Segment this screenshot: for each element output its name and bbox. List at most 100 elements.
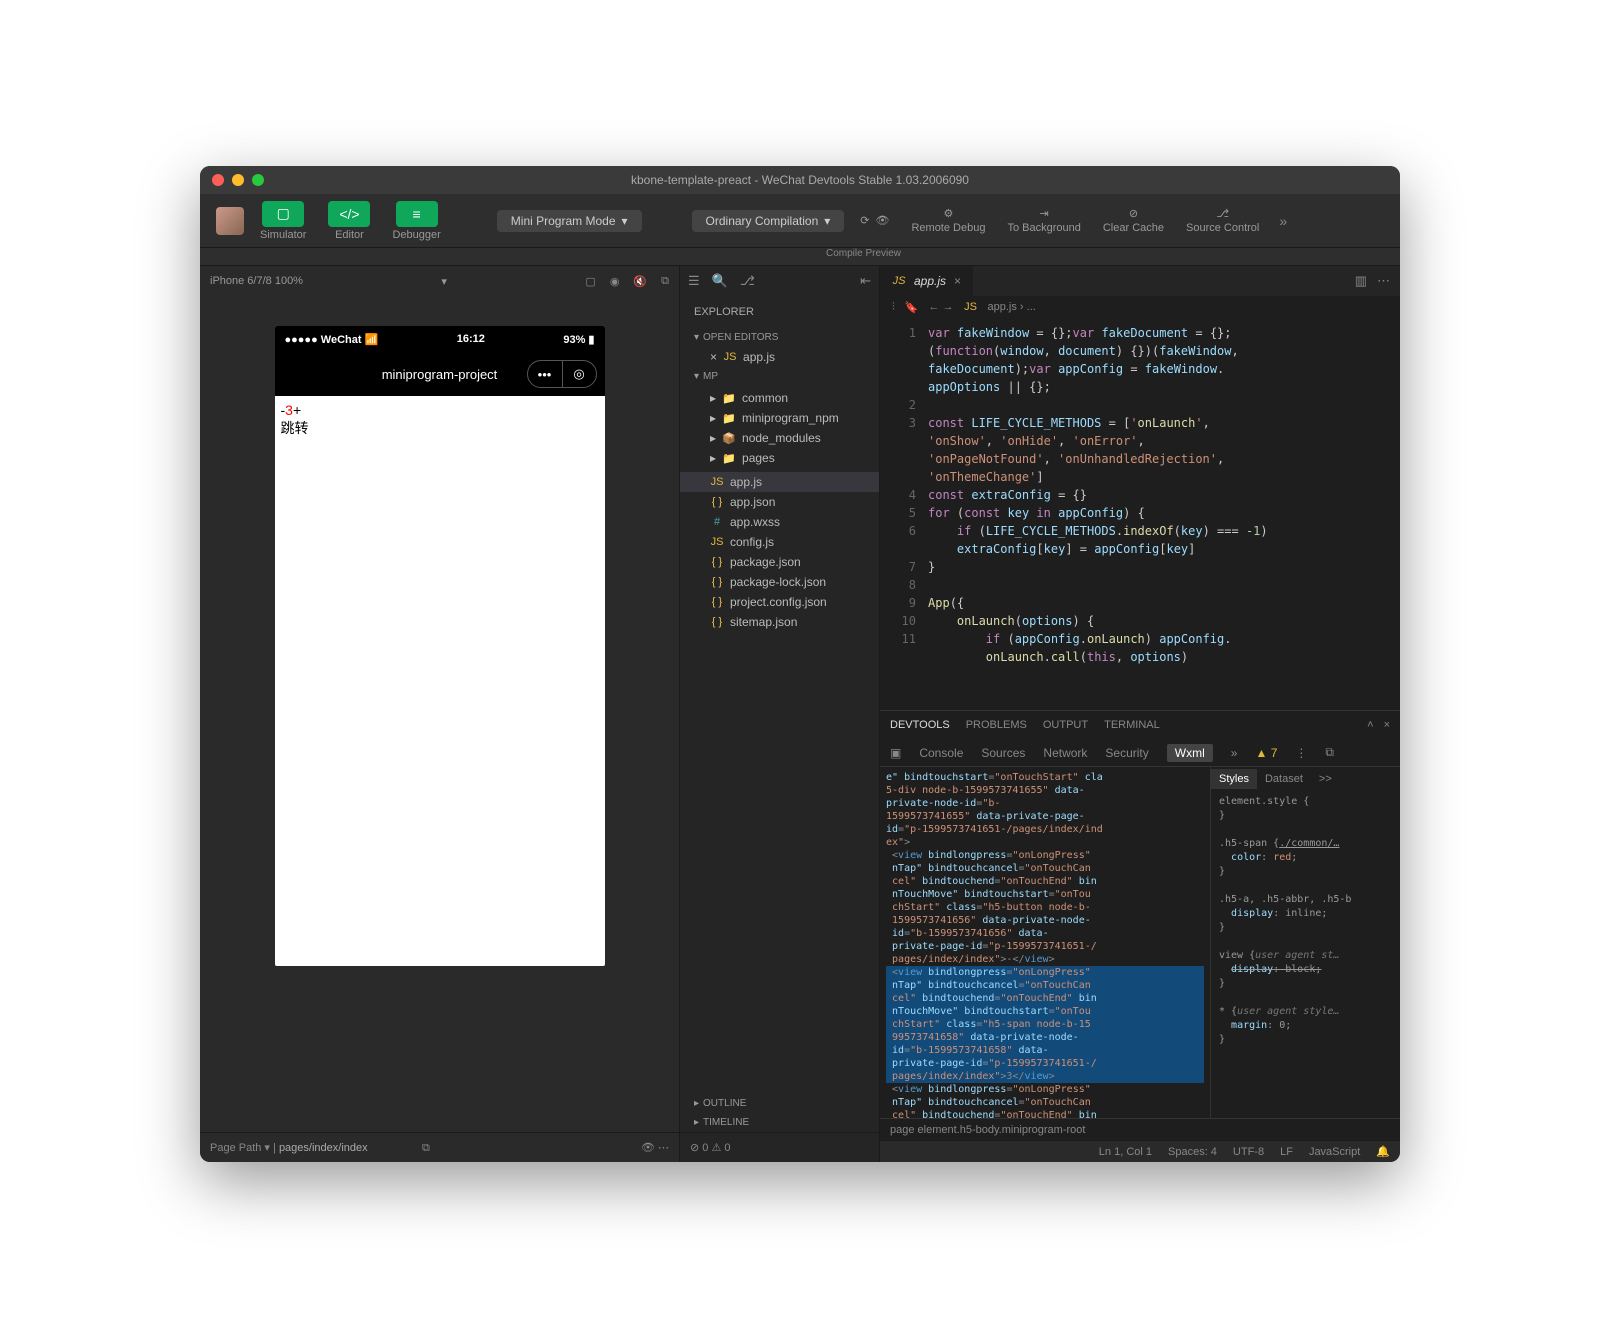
outline-section[interactable]: ▸ OUTLINE — [680, 1094, 879, 1113]
record-icon[interactable]: ◉ — [610, 275, 620, 288]
phone-statusbar: ●●●●● WeChat 📶 16:12 93% ▮ — [275, 326, 605, 352]
file-app.wxss[interactable]: # app.wxss — [680, 512, 879, 532]
copy-icon[interactable]: ⧉ — [661, 275, 669, 288]
status-problems[interactable]: ⊘ 0 ⚠ 0 — [690, 1141, 730, 1154]
eye-icon[interactable]: 👁 — [641, 1142, 655, 1154]
network-tab[interactable]: Network — [1043, 746, 1087, 760]
more-tabs-icon[interactable]: » — [1231, 746, 1238, 760]
wxml-tree[interactable]: e" bindtouchstart="onTouchStart" cla 5-d… — [880, 767, 1210, 1118]
bookmark-icon[interactable]: 🔖 — [905, 301, 919, 314]
dataset-tab[interactable]: Dataset — [1257, 769, 1311, 789]
list-icon[interactable]: ☰ — [688, 273, 700, 289]
file-config.js[interactable]: JS config.js — [680, 532, 879, 552]
main-toolbar: ▢Simulator </>Editor ≡Debugger Mini Prog… — [200, 194, 1400, 248]
styles-rules[interactable]: element.style {} .h5-span {./common/… co… — [1211, 791, 1400, 1051]
file-project.config.json[interactable]: { } project.config.json — [680, 592, 879, 612]
more-icon[interactable]: ⋯ — [1377, 273, 1390, 289]
folder-miniprogram_npm[interactable]: ▸ 📁 miniprogram_npm — [680, 408, 879, 428]
devtools-tab[interactable]: DEVTOOLS — [890, 719, 950, 731]
encoding-indicator[interactable]: UTF-8 — [1233, 1146, 1264, 1158]
search-icon[interactable]: 🔍 — [712, 273, 728, 289]
file-package.json[interactable]: { } package.json — [680, 552, 879, 572]
phone-frame: ●●●●● WeChat 📶 16:12 93% ▮ miniprogram-p… — [275, 326, 605, 966]
more-styles-icon[interactable]: >> — [1311, 769, 1340, 789]
compile-select[interactable]: Ordinary Compilation ▾ — [692, 210, 845, 232]
avatar[interactable] — [216, 207, 244, 235]
remote-debug-button[interactable]: ⚙Remote Debug — [905, 207, 991, 234]
dock-icon[interactable]: ⧉ — [1325, 745, 1334, 760]
mute-icon[interactable]: 🔇 — [633, 275, 647, 288]
split-icon[interactable]: ▥ — [1355, 273, 1367, 289]
device-icon[interactable]: ▢ — [585, 275, 595, 288]
devtools-panel: DEVTOOLS PROBLEMS OUTPUT TERMINAL ˄ × ▣ C… — [880, 710, 1400, 1140]
editor-button[interactable]: </>Editor — [322, 201, 376, 241]
file-sitemap.json[interactable]: { } sitemap.json — [680, 612, 879, 632]
editor-tabbar: JSapp.js× ▥ ⋯ — [880, 266, 1400, 296]
folder-pages[interactable]: ▸ 📁 pages — [680, 448, 879, 468]
language-indicator[interactable]: JavaScript — [1309, 1146, 1360, 1158]
chevron-up-icon[interactable]: ˄ — [1367, 719, 1373, 731]
styles-tab[interactable]: Styles — [1211, 769, 1257, 789]
miniprogram-title: miniprogram-project — [382, 367, 498, 382]
terminal-tab[interactable]: TERMINAL — [1104, 719, 1160, 731]
more-icon[interactable]: » — [1275, 209, 1291, 233]
device-select[interactable]: iPhone 6/7/8 100% — [210, 275, 303, 287]
inspect-icon[interactable]: ▣ — [890, 746, 901, 760]
eol-indicator[interactable]: LF — [1280, 1146, 1293, 1158]
close-icon[interactable]: × — [1384, 719, 1390, 731]
file-package-lock.json[interactable]: { } package-lock.json — [680, 572, 879, 592]
file-app.js[interactable]: JS app.js — [680, 472, 879, 492]
open-editors-section[interactable]: ▾ OPEN EDITORS — [680, 328, 879, 347]
problems-tab[interactable]: PROBLEMS — [966, 719, 1027, 731]
cursor-position[interactable]: Ln 1, Col 1 — [1099, 1146, 1152, 1158]
output-tab[interactable]: OUTPUT — [1043, 719, 1088, 731]
folder-node_modules[interactable]: ▸ 📦 node_modules — [680, 428, 879, 448]
branch-icon[interactable]: ⎇ — [740, 273, 755, 289]
capsule-button[interactable]: •••◎ — [527, 360, 597, 388]
code-editor[interactable]: var fakeWindow = {};var fakeDocument = {… — [924, 318, 1400, 710]
indent-icon[interactable]: ⫶ — [892, 301, 895, 314]
timeline-section[interactable]: ▸ TIMELINE — [680, 1113, 879, 1132]
source-control-button[interactable]: ⎇Source Control — [1180, 207, 1265, 234]
mode-select[interactable]: Mini Program Mode ▾ — [497, 210, 642, 232]
wxml-tab[interactable]: Wxml — [1167, 744, 1213, 762]
simulator-panel: iPhone 6/7/8 100% ▾ ▢ ◉ 🔇 ⧉ ●●●●● WeChat… — [200, 266, 680, 1162]
security-tab[interactable]: Security — [1105, 746, 1148, 760]
phone-header: miniprogram-project •••◎ — [275, 352, 605, 396]
bell-icon[interactable]: 🔔 — [1376, 1145, 1390, 1158]
breadcrumb: ⫶ 🔖 ← → JSapp.js › ... — [880, 296, 1400, 318]
devtools-footer: page element.h5-body.miniprogram-root — [880, 1118, 1400, 1140]
jump-link[interactable]: 跳转 — [281, 418, 599, 438]
editor-panel: JSapp.js× ▥ ⋯ ⫶ 🔖 ← → JSapp.js › ... 1 23… — [880, 266, 1400, 1162]
compile-preview-button[interactable]: ⟳👁 — [854, 214, 895, 227]
file-app.json[interactable]: { } app.json — [680, 492, 879, 512]
simulator-button[interactable]: ▢Simulator — [254, 201, 312, 241]
app-window: kbone-template-preact - WeChat Devtools … — [200, 166, 1400, 1162]
phone-body[interactable]: -3+ 跳转 — [275, 396, 605, 966]
warning-count[interactable]: ▲ 7 — [1255, 746, 1277, 760]
page-path-label: Page Path — [210, 1142, 261, 1154]
to-background-button[interactable]: ⇥To Background — [1001, 207, 1086, 234]
debugger-button[interactable]: ≡Debugger — [386, 201, 446, 241]
page-path-input[interactable] — [279, 1142, 419, 1154]
open-editor-item[interactable]: ×JSapp.js — [680, 347, 879, 367]
phone-time: 16:12 — [457, 333, 485, 345]
sources-tab[interactable]: Sources — [981, 746, 1025, 760]
editor-tab[interactable]: JSapp.js× — [880, 266, 973, 296]
explorer-panel: ☰ 🔍 ⎇ ⇤ EXPLORER ▾ OPEN EDITORS ×JSapp.j… — [680, 266, 880, 1162]
spaces-indicator[interactable]: Spaces: 4 — [1168, 1146, 1217, 1158]
explorer-title: EXPLORER — [680, 296, 879, 328]
window-title: kbone-template-preact - WeChat Devtools … — [200, 173, 1400, 187]
titlebar: kbone-template-preact - WeChat Devtools … — [200, 166, 1400, 194]
clear-cache-button[interactable]: ⊘Clear Cache — [1097, 207, 1170, 234]
folder-common[interactable]: ▸ 📁 common — [680, 388, 879, 408]
collapse-icon[interactable]: ⇤ — [860, 273, 871, 289]
gutter: 1 23 456 7891011 — [880, 318, 924, 710]
close-tab-icon[interactable]: × — [954, 274, 961, 288]
styles-panel: Styles Dataset >> element.style {} .h5-s… — [1210, 767, 1400, 1118]
statusbar: Ln 1, Col 1 Spaces: 4 UTF-8 LF JavaScrip… — [880, 1140, 1400, 1162]
project-root[interactable]: ▾ MP — [680, 367, 879, 386]
console-tab[interactable]: Console — [919, 746, 963, 760]
kebab-icon[interactable]: ⋮ — [1295, 746, 1307, 760]
dots-icon[interactable]: ⋯ — [658, 1142, 669, 1154]
